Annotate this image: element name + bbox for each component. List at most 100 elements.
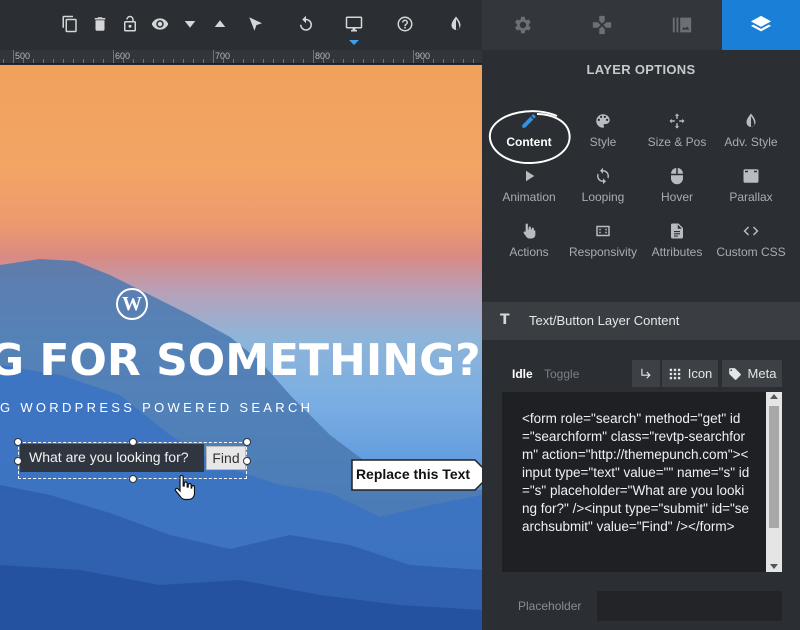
line-break-button[interactable] bbox=[632, 360, 660, 387]
option-responsivity[interactable]: Responsivity bbox=[563, 222, 643, 272]
ruler-minor-tick bbox=[303, 59, 304, 63]
ruler-minor-tick bbox=[423, 59, 424, 63]
ruler-minor-tick bbox=[433, 59, 434, 63]
layer-content-editor[interactable]: <form role="search" method="get" id="sea… bbox=[502, 392, 782, 572]
settings-tab[interactable] bbox=[482, 0, 562, 50]
ruler-minor-tick bbox=[263, 59, 264, 63]
pointer-icon[interactable] bbox=[244, 12, 268, 36]
undo-icon[interactable] bbox=[294, 12, 318, 36]
option-attributes-label: Attributes bbox=[651, 245, 703, 259]
contrast-icon[interactable] bbox=[444, 12, 468, 36]
contrast-icon bbox=[742, 112, 760, 130]
scroll-thumb[interactable] bbox=[769, 406, 779, 528]
slide-headline[interactable]: G FOR SOMETHING? bbox=[0, 335, 481, 386]
resize-handle-tl[interactable] bbox=[14, 438, 22, 446]
layers-tab[interactable] bbox=[722, 0, 800, 50]
meta-button-label: Meta bbox=[747, 366, 777, 381]
lock-icon[interactable] bbox=[118, 12, 142, 36]
option-parallax[interactable]: Parallax bbox=[711, 167, 791, 217]
mouse-icon bbox=[668, 167, 686, 185]
option-hover-label: Hover bbox=[660, 190, 693, 204]
option-looping[interactable]: Looping bbox=[563, 167, 643, 217]
resize-handle-mr[interactable] bbox=[243, 457, 251, 465]
resize-handle-bc[interactable] bbox=[129, 475, 137, 483]
ruler-minor-tick bbox=[293, 59, 294, 63]
ruler-minor-tick bbox=[203, 59, 204, 63]
arrow-down-icon[interactable] bbox=[178, 12, 202, 36]
slide-preview: W G FOR SOMETHING? G WORDPRESS POWERED S… bbox=[0, 65, 482, 630]
ruler-minor-tick bbox=[283, 59, 284, 63]
option-style[interactable]: Style bbox=[563, 112, 643, 162]
ruler-minor-tick bbox=[393, 59, 394, 63]
scroll-up-arrow[interactable] bbox=[770, 394, 778, 399]
option-content[interactable]: Content bbox=[489, 112, 569, 162]
ruler-minor-tick bbox=[343, 59, 344, 63]
copy-icon[interactable] bbox=[58, 12, 82, 36]
option-parallax-label: Parallax bbox=[729, 190, 773, 204]
editor-scrollbar[interactable] bbox=[766, 392, 782, 572]
icon-button[interactable]: Icon bbox=[662, 360, 718, 387]
ruler-minor-tick bbox=[33, 59, 34, 63]
ruler-minor-tick bbox=[243, 59, 244, 63]
ruler-minor-tick bbox=[443, 59, 444, 63]
ruler-minor-tick bbox=[353, 59, 354, 63]
search-input[interactable]: What are you looking for? bbox=[20, 444, 204, 472]
gamepad-icon bbox=[592, 15, 612, 35]
ruler-major-tick bbox=[413, 50, 414, 63]
desktop-icon[interactable] bbox=[342, 12, 366, 36]
ruler-minor-tick bbox=[453, 59, 454, 63]
ruler-minor-tick bbox=[63, 59, 64, 63]
ruler-minor-tick bbox=[143, 59, 144, 63]
ruler-minor-tick bbox=[193, 59, 194, 63]
option-actions-label: Actions bbox=[509, 245, 549, 259]
option-size-pos[interactable]: Size & Pos bbox=[637, 112, 717, 162]
pencil-icon bbox=[520, 112, 538, 130]
ruler-minor-tick bbox=[83, 59, 84, 63]
resize-handle-ml[interactable] bbox=[14, 457, 22, 465]
layer-html-content[interactable]: <form role="search" method="get" id="sea… bbox=[522, 410, 750, 536]
slide-subheadline[interactable]: G WORDPRESS POWERED SEARCH bbox=[0, 400, 313, 415]
hand-cursor-icon bbox=[174, 475, 195, 501]
icon-button-label: Icon bbox=[687, 366, 713, 381]
search-form-layer[interactable]: What are you looking for? Find bbox=[14, 438, 251, 483]
ruler-minor-tick bbox=[333, 59, 334, 63]
ruler-minor-tick bbox=[43, 59, 44, 63]
slider-editor: 500 600 700 800 900 W G FOR SOMETHING? G WOR… bbox=[0, 0, 800, 630]
ruler-minor-tick bbox=[103, 59, 104, 63]
ruler-minor-tick bbox=[153, 59, 154, 63]
responsive-icon bbox=[594, 222, 612, 240]
option-hover[interactable]: Hover bbox=[637, 167, 717, 217]
code-icon bbox=[742, 222, 760, 240]
ruler-minor-tick bbox=[183, 59, 184, 63]
ruler-major-tick bbox=[213, 50, 214, 63]
meta-button[interactable]: Meta bbox=[722, 360, 782, 387]
scroll-down-arrow[interactable] bbox=[770, 564, 778, 569]
option-attributes[interactable]: Attributes bbox=[637, 222, 717, 272]
ruler-minor-tick bbox=[93, 59, 94, 63]
ruler-minor-tick bbox=[233, 59, 234, 63]
option-actions[interactable]: Actions bbox=[489, 222, 569, 272]
content-section-title: Text/Button Layer Content bbox=[529, 313, 680, 328]
resize-handle-tc[interactable] bbox=[129, 438, 137, 446]
callout-text: Replace this Text bbox=[355, 466, 471, 482]
trash-icon[interactable] bbox=[88, 12, 112, 36]
eye-icon[interactable] bbox=[148, 12, 172, 36]
resize-handle-tr[interactable] bbox=[243, 438, 251, 446]
editor-canvas-area: 500 600 700 800 900 W G FOR SOMETHING? G WOR… bbox=[0, 0, 482, 630]
gallery-icon bbox=[672, 17, 692, 33]
media-tab[interactable] bbox=[642, 0, 722, 50]
placeholder-input[interactable] bbox=[597, 591, 782, 621]
navigation-tab[interactable] bbox=[562, 0, 642, 50]
tab-toggle[interactable]: Toggle bbox=[544, 367, 579, 381]
arrow-up-icon[interactable] bbox=[208, 12, 232, 36]
tab-idle[interactable]: Idle bbox=[512, 367, 533, 381]
find-button[interactable]: Find bbox=[206, 446, 246, 470]
ruler-minor-tick bbox=[53, 59, 54, 63]
hand-pointer-icon bbox=[520, 222, 538, 240]
option-custom-css[interactable]: Custom CSS bbox=[711, 222, 791, 272]
option-adv-style[interactable]: Adv. Style bbox=[711, 112, 791, 162]
help-icon[interactable] bbox=[393, 12, 417, 36]
option-animation[interactable]: Animation bbox=[489, 167, 569, 217]
ruler-major-tick bbox=[113, 50, 114, 63]
layer-options-title: LAYER OPTIONS bbox=[586, 62, 696, 77]
